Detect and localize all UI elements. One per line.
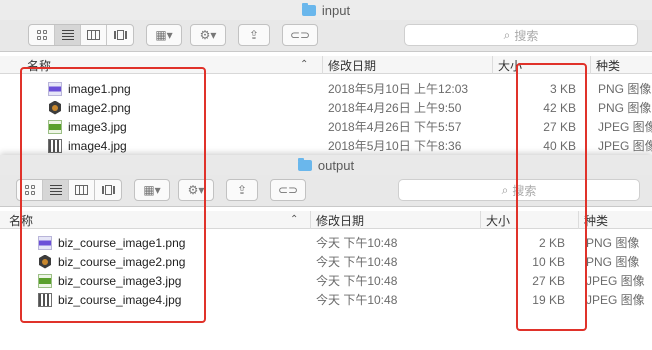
column-header-kind[interactable]: 种类 (590, 56, 652, 74)
column-header: 名称 ⌃ 修改日期 大小 种类 (0, 56, 652, 74)
file-row[interactable]: image3.jpg 2018年4月26日 下午5:57 27 KB JPEG … (0, 117, 652, 136)
list-view-icon (49, 185, 62, 195)
share-icon: ⇪ (236, 183, 248, 197)
folder-icon (297, 157, 312, 171)
search-icon: ⌕ (501, 182, 509, 197)
file-row[interactable]: biz_course_image2.png 今天 下午10:48 10 KB P… (0, 252, 652, 271)
column-header-name[interactable]: 名称 (22, 56, 322, 74)
png-hexagon-icon (38, 255, 52, 269)
file-row[interactable]: image1.png 2018年5月10日 上午12:03 3 KB PNG 图… (0, 79, 652, 98)
sort-chevron-icon: ⌃ (300, 59, 309, 70)
cover-flow-button[interactable] (107, 25, 133, 45)
action-button[interactable]: ⚙▾ (178, 179, 214, 201)
tag-icon: ⊂⊃ (277, 183, 299, 197)
toolbar: ▦▾ ⚙▾ ⇪ ⊂⊃ ⌕ 搜索 (0, 175, 652, 207)
search-field[interactable]: ⌕ 搜索 (404, 24, 638, 46)
title-bar[interactable]: output (0, 155, 652, 175)
column-header-date[interactable]: 修改日期 (322, 56, 492, 74)
search-field[interactable]: ⌕ 搜索 (398, 179, 640, 201)
column-view-icon (87, 30, 100, 40)
tag-button[interactable]: ⊂⊃ (282, 24, 318, 46)
file-row[interactable]: biz_course_image4.jpg 今天 下午10:48 19 KB J… (0, 290, 652, 309)
title-bar[interactable]: input (0, 0, 652, 20)
sort-chevron-icon: ⌃ (290, 214, 299, 225)
folder-icon (301, 2, 316, 16)
jpg-qrcode-icon (38, 292, 52, 307)
group-button[interactable]: ▦▾ (146, 24, 182, 46)
list-view-button[interactable] (55, 25, 81, 45)
search-icon: ⌕ (503, 27, 511, 42)
gear-icon: ⚙▾ (187, 183, 205, 197)
file-row[interactable]: biz_course_image3.jpg 今天 下午10:48 27 KB J… (0, 271, 652, 290)
jpg-green-icon (48, 119, 62, 134)
finder-window-input: input ▦▾ ⚙▾ ⇪ ⊂⊃ ⌕ 搜索 名称 ⌃ 修改日期 大小 种类 im… (0, 0, 652, 158)
column-view-button[interactable] (81, 25, 107, 45)
icon-view-button[interactable] (29, 25, 55, 45)
file-row[interactable]: image2.png 2018年4月26日 上午9:50 42 KB PNG 图… (0, 98, 652, 117)
icon-view-button[interactable] (17, 180, 43, 200)
tag-icon: ⊂⊃ (289, 28, 311, 42)
png-hexagon-icon (48, 101, 62, 115)
png-purple-icon (48, 81, 62, 96)
icon-view-icon (36, 30, 47, 40)
list-view-button[interactable] (43, 180, 69, 200)
column-view-button[interactable] (69, 180, 95, 200)
cover-flow-icon (101, 185, 115, 195)
cover-flow-icon (113, 30, 127, 40)
search-placeholder: 搜索 (512, 183, 537, 198)
column-header-size[interactable]: 大小 (492, 56, 590, 74)
share-icon: ⇪ (248, 28, 260, 42)
gear-icon: ⚙▾ (199, 28, 217, 42)
file-row[interactable]: biz_course_image1.png 今天 下午10:48 2 KB PN… (0, 233, 652, 252)
png-purple-icon (38, 235, 52, 250)
column-view-icon (75, 185, 88, 195)
cover-flow-button[interactable] (95, 180, 121, 200)
view-switcher (28, 24, 134, 46)
group-button[interactable]: ▦▾ (134, 179, 170, 201)
finder-window-output: output ▦▾ ⚙▾ ⇪ ⊂⊃ ⌕ 搜索 名称 ⌃ 修改日期 大小 种类 b… (0, 155, 652, 350)
action-button[interactable]: ⚙▾ (190, 24, 226, 46)
toolbar: ▦▾ ⚙▾ ⇪ ⊂⊃ ⌕ 搜索 (0, 20, 652, 52)
column-header: 名称 ⌃ 修改日期 大小 种类 (0, 211, 652, 229)
column-header-name[interactable]: 名称 (4, 211, 310, 229)
window-title: output (317, 157, 355, 173)
icon-view-icon (24, 185, 35, 195)
tag-button[interactable]: ⊂⊃ (270, 179, 306, 201)
view-switcher (16, 179, 122, 201)
search-placeholder: 搜索 (514, 28, 539, 43)
group-icon: ▦▾ (155, 28, 173, 42)
jpg-green-icon (38, 273, 52, 288)
list-view-icon (61, 30, 74, 40)
window-title: input (321, 2, 351, 18)
column-header-date[interactable]: 修改日期 (310, 211, 480, 229)
file-row[interactable]: image4.jpg 2018年5月10日 下午8:36 40 KB JPEG … (0, 136, 652, 155)
share-button[interactable]: ⇪ (226, 179, 258, 201)
group-icon: ▦▾ (143, 183, 161, 197)
column-header-kind[interactable]: 种类 (578, 211, 652, 229)
share-button[interactable]: ⇪ (238, 24, 270, 46)
jpg-qrcode-icon (48, 138, 62, 153)
column-header-size[interactable]: 大小 (480, 211, 578, 229)
